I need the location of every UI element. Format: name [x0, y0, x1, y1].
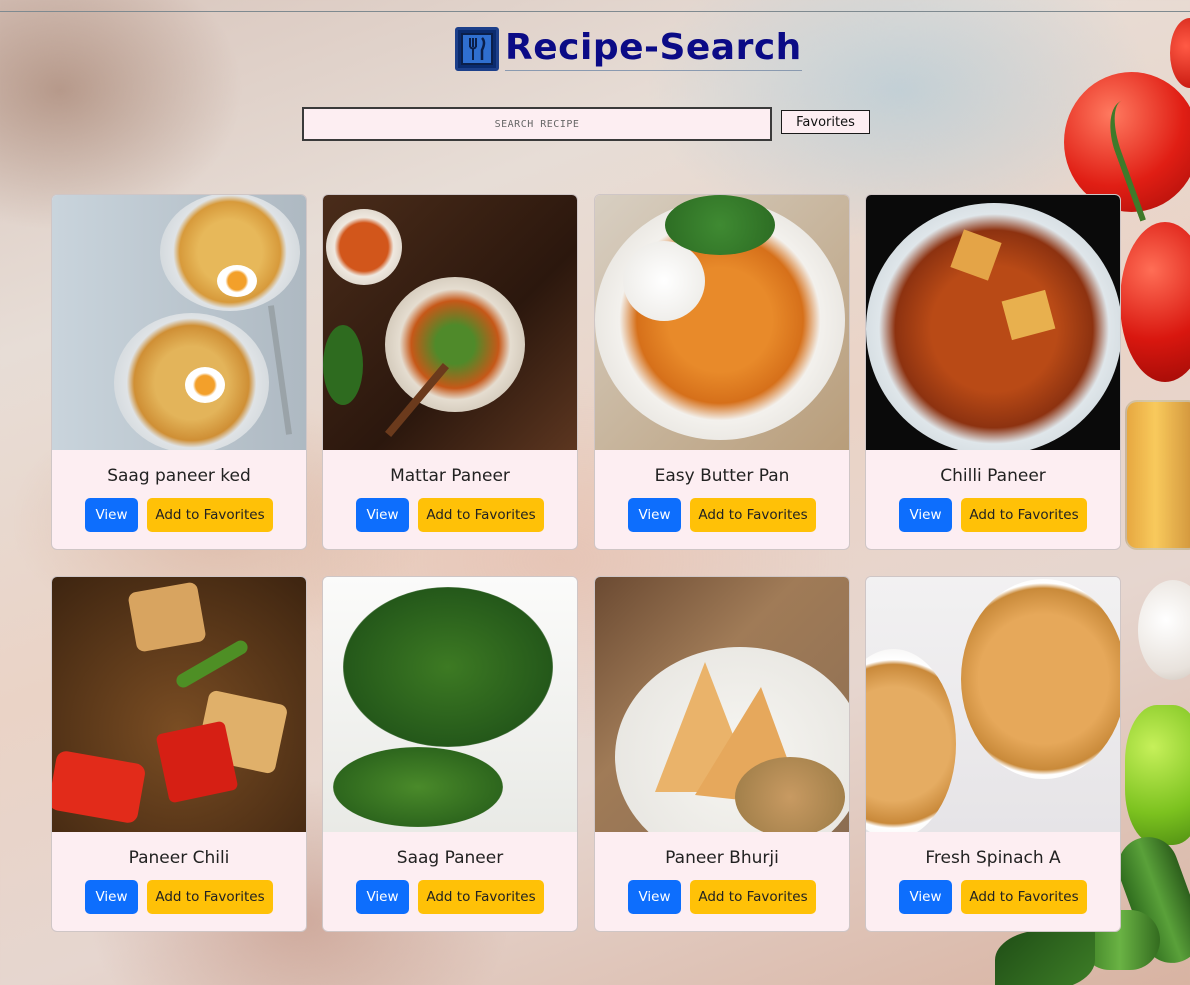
- recipe-title: Mattar Paneer: [390, 466, 510, 486]
- recipe-title: Paneer Bhurji: [665, 848, 779, 868]
- view-button[interactable]: View: [85, 498, 138, 532]
- card-actions: View Add to Favorites: [595, 498, 849, 532]
- page-title: Recipe-Search: [505, 26, 802, 71]
- recipe-card: Saag Paneer View Add to Favorites: [322, 576, 578, 932]
- card-actions: View Add to Favorites: [323, 498, 577, 532]
- card-actions: View Add to Favorites: [595, 880, 849, 914]
- top-divider: [0, 11, 1190, 12]
- add-to-favorites-button[interactable]: Add to Favorites: [147, 498, 273, 532]
- recipe-image: [52, 195, 306, 450]
- recipe-card: Chilli Paneer View Add to Favorites: [865, 194, 1121, 550]
- recipe-card: Mattar Paneer View Add to Favorites: [322, 194, 578, 550]
- site-header: Recipe-Search: [455, 26, 802, 71]
- recipe-title: Saag Paneer: [396, 848, 504, 868]
- pepper-decoration: [1125, 705, 1190, 845]
- view-button[interactable]: View: [899, 498, 952, 532]
- add-to-favorites-button[interactable]: Add to Favorites: [690, 498, 816, 532]
- garlic-decoration: [1138, 580, 1190, 680]
- utensils-icon: [455, 26, 499, 71]
- recipe-title: Saag paneer ked: [107, 466, 251, 486]
- leaf-decoration: [995, 930, 1095, 985]
- oil-bottle-decoration: [1125, 400, 1190, 550]
- view-button[interactable]: View: [628, 498, 681, 532]
- view-button[interactable]: View: [628, 880, 681, 914]
- card-actions: View Add to Favorites: [52, 498, 306, 532]
- recipe-title: Easy Butter Pan: [654, 466, 790, 486]
- recipe-image: [323, 195, 577, 450]
- recipe-title: Chilli Paneer: [940, 466, 1046, 486]
- recipe-card: Saag paneer ked View Add to Favorites: [51, 194, 307, 550]
- add-to-favorites-button[interactable]: Add to Favorites: [147, 880, 273, 914]
- view-button[interactable]: View: [356, 880, 409, 914]
- add-to-favorites-button[interactable]: Add to Favorites: [418, 880, 544, 914]
- card-actions: View Add to Favorites: [866, 498, 1120, 532]
- recipe-image: [595, 577, 849, 832]
- search-input[interactable]: [302, 107, 772, 141]
- card-actions: View Add to Favorites: [323, 880, 577, 914]
- recipe-image: [595, 195, 849, 450]
- recipe-image: [866, 195, 1120, 450]
- recipe-card: Easy Butter Pan View Add to Favorites: [594, 194, 850, 550]
- card-actions: View Add to Favorites: [866, 880, 1120, 914]
- recipe-title: Paneer Chili: [128, 848, 230, 868]
- favorites-button[interactable]: Favorites: [781, 110, 870, 134]
- recipe-card: Fresh Spinach A View Add to Favorites: [865, 576, 1121, 932]
- recipe-image: [52, 577, 306, 832]
- tomato-decoration: [1170, 18, 1190, 88]
- recipe-image: [323, 577, 577, 832]
- add-to-favorites-button[interactable]: Add to Favorites: [961, 880, 1087, 914]
- tomato-decoration: [1120, 222, 1190, 382]
- view-button[interactable]: View: [899, 880, 952, 914]
- add-to-favorites-button[interactable]: Add to Favorites: [418, 498, 544, 532]
- add-to-favorites-button[interactable]: Add to Favorites: [961, 498, 1087, 532]
- recipe-image: [866, 577, 1120, 832]
- card-actions: View Add to Favorites: [52, 880, 306, 914]
- recipe-title: Fresh Spinach A: [925, 848, 1061, 868]
- add-to-favorites-button[interactable]: Add to Favorites: [690, 880, 816, 914]
- recipe-card: Paneer Bhurji View Add to Favorites: [594, 576, 850, 932]
- recipe-card: Paneer Chili View Add to Favorites: [51, 576, 307, 932]
- view-button[interactable]: View: [85, 880, 138, 914]
- view-button[interactable]: View: [356, 498, 409, 532]
